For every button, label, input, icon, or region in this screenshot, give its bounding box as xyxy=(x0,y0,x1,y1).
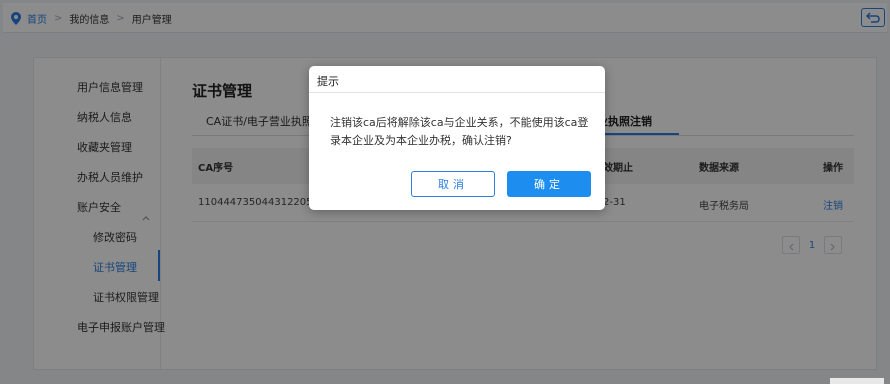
dialog-message: 注销该ca后将解除该ca与企业关系，不能使用该ca登录本企业及为本企业办税，确认… xyxy=(330,116,589,147)
app-screen: 首页 > 我的信息 > 用户管理 用户信息管理 纳税人信息 收藏夹管理 办税人员… xyxy=(0,0,890,384)
confirm-dialog: 提示 注销该ca后将解除该ca与企业关系，不能使用该ca登录本企业及为本企业办税… xyxy=(309,66,605,210)
dialog-title: 提示 xyxy=(317,75,339,88)
dialog-header: 提示 xyxy=(309,66,605,93)
corner-artifact xyxy=(830,378,884,384)
confirm-button[interactable]: 确定 xyxy=(507,171,591,197)
cancel-button[interactable]: 取消 xyxy=(411,171,495,197)
